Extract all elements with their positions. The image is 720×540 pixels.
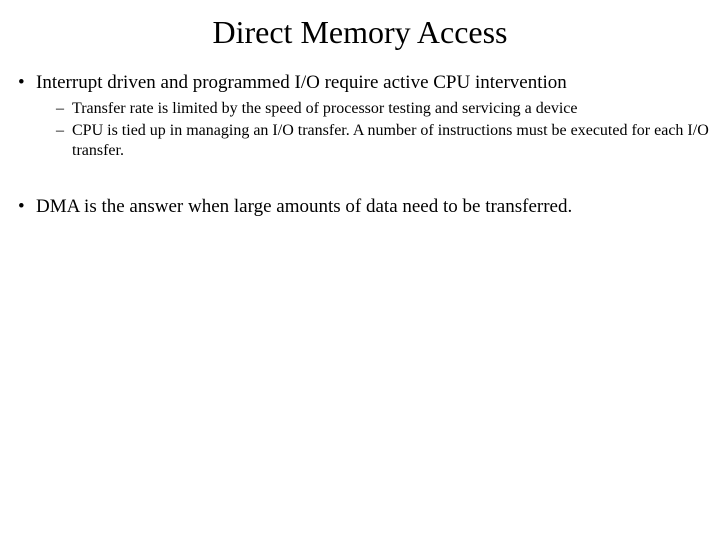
sub-list: Transfer rate is limited by the speed of…: [36, 99, 710, 161]
bullet-list: Interrupt driven and programmed I/O requ…: [18, 71, 710, 161]
bullet-text: DMA is the answer when large amounts of …: [36, 196, 572, 217]
bullet-item: Interrupt driven and programmed I/O requ…: [18, 71, 710, 161]
slide-content: Interrupt driven and programmed I/O requ…: [0, 71, 720, 219]
bullet-list: DMA is the answer when large amounts of …: [18, 195, 710, 219]
slide-title: Direct Memory Access: [0, 0, 720, 71]
bullet-text: Interrupt driven and programmed I/O requ…: [36, 72, 567, 93]
sub-item: CPU is tied up in managing an I/O transf…: [56, 121, 710, 161]
spacer: [18, 167, 710, 195]
sub-item: Transfer rate is limited by the speed of…: [56, 99, 710, 119]
bullet-item: DMA is the answer when large amounts of …: [18, 195, 710, 219]
slide: Direct Memory Access Interrupt driven an…: [0, 0, 720, 540]
